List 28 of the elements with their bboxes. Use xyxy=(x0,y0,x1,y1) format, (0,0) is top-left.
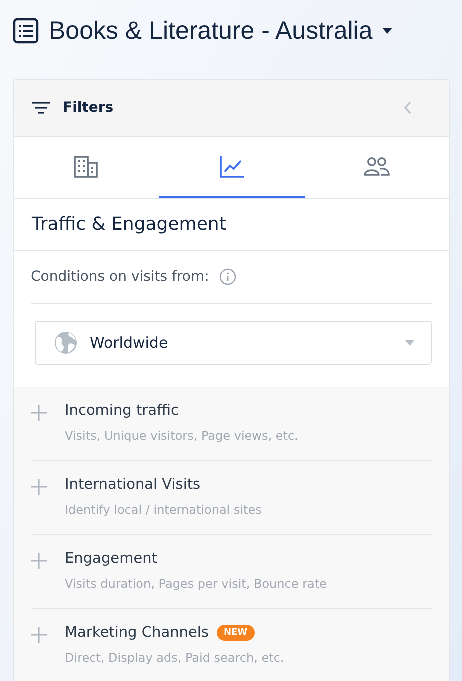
region-dropdown[interactable]: Worldwide xyxy=(35,321,432,365)
line-chart-icon xyxy=(220,156,244,178)
caret-icon xyxy=(405,340,415,346)
globe-icon xyxy=(54,331,78,355)
filter-group-title[interactable]: Marketing Channels xyxy=(65,625,209,641)
filters-title: Filters xyxy=(63,100,114,116)
conditions-label: Conditions on visits from: xyxy=(31,269,210,285)
plus-icon[interactable] xyxy=(31,553,47,569)
plus-icon[interactable] xyxy=(31,479,47,495)
caret-icon xyxy=(382,28,393,34)
people-icon xyxy=(364,156,390,176)
filter-group-title[interactable]: Engagement xyxy=(65,551,158,567)
filter-group-title[interactable]: International Visits xyxy=(65,477,201,493)
collapse-chevron-icon[interactable] xyxy=(404,101,412,115)
new-badge: NEW xyxy=(216,625,255,641)
filter-group-title[interactable]: Incoming traffic xyxy=(65,403,179,419)
section-title: Traffic & Engagement xyxy=(14,199,449,251)
filter-group-description: Direct, Display ads, Paid search, etc. xyxy=(65,651,284,665)
filter-group-description: Visits duration, Pages per visit, Bounce rate xyxy=(65,577,327,591)
plus-icon[interactable] xyxy=(31,405,47,421)
page-title-dropdown[interactable]: Books & Literature - Australia xyxy=(49,16,393,46)
plus-icon[interactable] xyxy=(31,627,47,643)
filter-icon xyxy=(32,101,50,115)
filter-group-description: Visits, Unique visitors, Page views, etc. xyxy=(65,429,298,443)
filter-group-description: Identify local / international sites xyxy=(65,503,262,517)
info-icon[interactable] xyxy=(219,268,238,286)
list-icon xyxy=(13,18,39,44)
building-icon xyxy=(74,156,98,178)
